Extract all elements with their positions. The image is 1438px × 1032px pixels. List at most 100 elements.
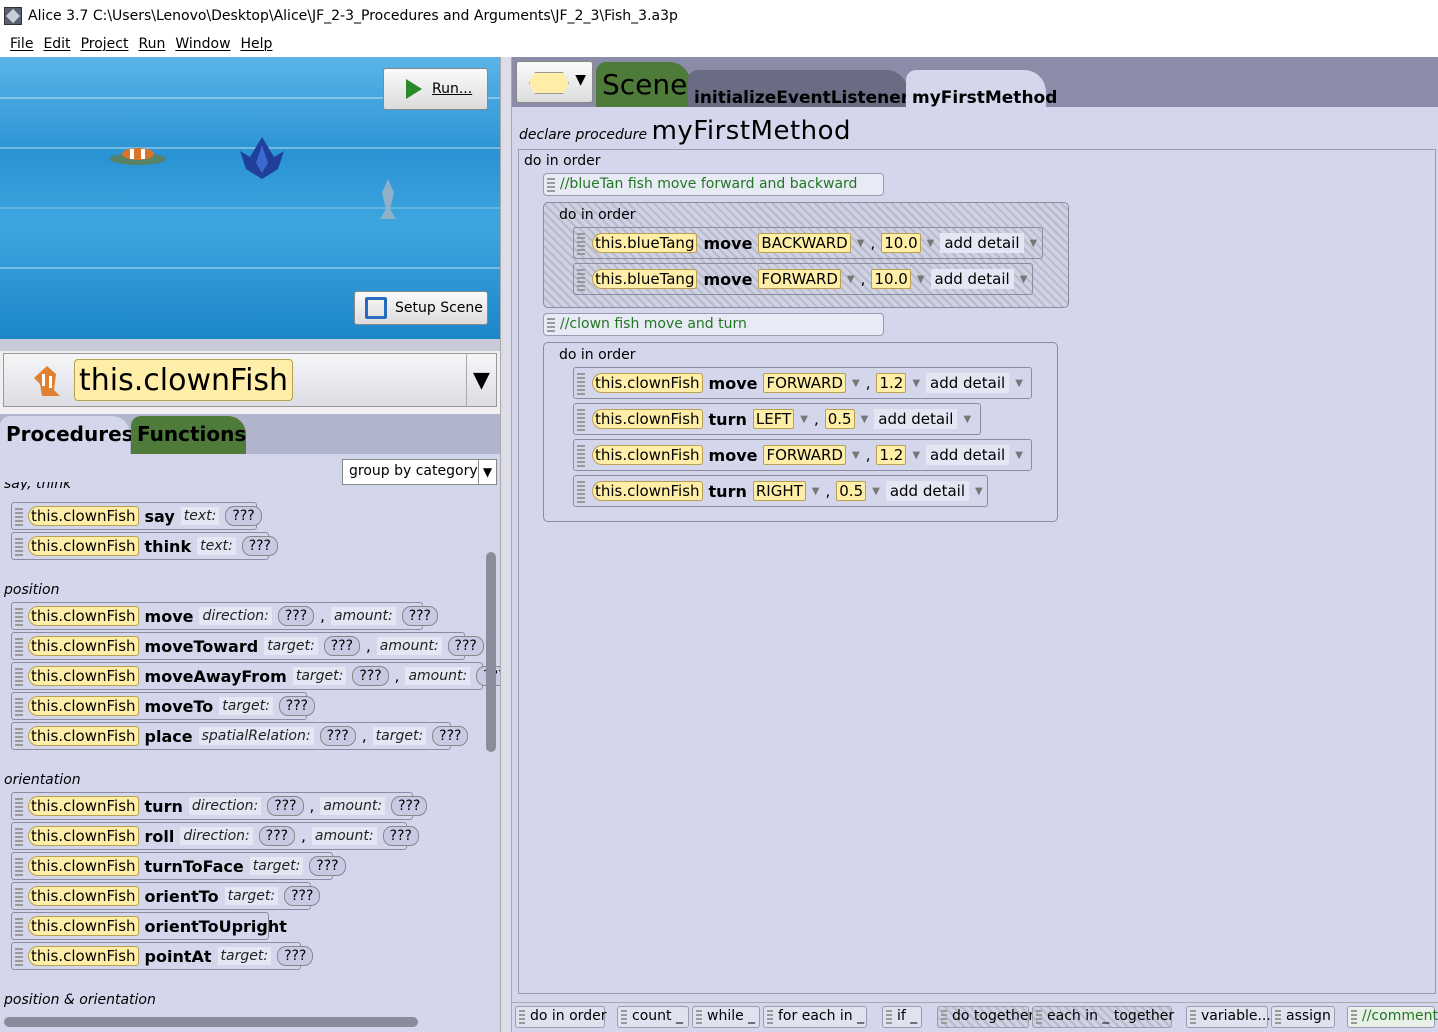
menu-window[interactable]: Window [175, 36, 230, 52]
control-do-in-order[interactable]: do in order [515, 1006, 606, 1028]
comment-bluetang[interactable]: //blueTan fish move forward and backward [543, 173, 884, 196]
control-each-in-together[interactable]: each in _ together [1032, 1006, 1174, 1028]
menu-help[interactable]: Help [241, 36, 273, 52]
vertical-splitter[interactable] [500, 57, 512, 1032]
amount-value[interactable]: 1.2 [876, 445, 907, 465]
object-selector[interactable]: this.clownFish ▼ [3, 353, 497, 407]
proc-place[interactable]: this.clownFish place spatialRelation: ??… [11, 722, 469, 750]
direction-value[interactable]: FORWARD [758, 269, 841, 289]
statement-clownfish-turn-left[interactable]: this.clownFish turn LEFT ▼, 0.5 ▼ add deta… [573, 403, 981, 435]
statement-clownfish-move-forward-2[interactable]: this.clownFish move FORWARD ▼, 1.2 ▼ add d… [573, 439, 1032, 471]
param-label: direction: [188, 797, 262, 815]
proc-turn[interactable]: this.clownFish turn direction: ???, amou… [11, 792, 428, 820]
object-chip: this.clownFish [28, 826, 139, 846]
placeholder-value[interactable]: ??? [284, 886, 321, 906]
placeholder-value[interactable]: ??? [267, 796, 304, 816]
placeholder-value[interactable]: ??? [258, 826, 296, 846]
placeholder-value[interactable]: ??? [391, 796, 428, 816]
placeholder-value[interactable]: ??? [309, 856, 346, 876]
palette-horizontal-scrollbar[interactable] [4, 1017, 418, 1027]
statement-bluetang-move-forward[interactable]: this.blueTang move FORWARD ▼, 10.0 ▼ add d… [573, 263, 1033, 295]
proc-roll[interactable]: this.clownFish roll direction: ???, amou… [11, 822, 419, 850]
placeholder-value[interactable]: ??? [447, 636, 484, 656]
proc-point-at[interactable]: this.clownFish pointAt target: ??? [11, 942, 314, 970]
scene-viewport[interactable]: Run... Setup Scene [0, 57, 500, 339]
amount-value[interactable]: 10.0 [871, 269, 911, 289]
direction-value[interactable]: RIGHT [752, 481, 806, 501]
proc-orient-to[interactable]: this.clownFish orientTo target: ??? [11, 882, 321, 910]
menu-file[interactable]: File [10, 36, 33, 52]
chevron-down-icon[interactable]: ▼ [466, 354, 496, 406]
object-chip[interactable]: this.blueTang [592, 233, 698, 253]
object-chip[interactable]: this.clownFish [592, 373, 703, 393]
control-if[interactable]: if _ [882, 1006, 922, 1028]
param-label: amount: [330, 607, 396, 625]
placeholder-value[interactable]: ??? [241, 536, 278, 556]
proc-move-toward[interactable]: this.clownFish moveToward target: ???, a… [11, 632, 484, 660]
add-detail-button[interactable]: add detail [874, 409, 958, 429]
clownfish-icon [34, 366, 60, 396]
proc-turn-to-face[interactable]: this.clownFish turnToFace target: ??? [11, 852, 346, 880]
direction-value[interactable]: FORWARD [763, 445, 846, 465]
add-detail-button[interactable]: add detail [926, 373, 1010, 393]
statement-clownfish-turn-right[interactable]: this.clownFish turn RIGHT ▼, 0.5 ▼ add det… [573, 475, 988, 507]
amount-value[interactable]: 10.0 [881, 233, 921, 253]
tab-procedures[interactable]: Procedures [0, 416, 134, 454]
amount-value[interactable]: 0.5 [836, 481, 867, 501]
comment-clownfish[interactable]: //clown fish move and turn [543, 313, 884, 336]
object-chip[interactable]: this.clownFish [592, 445, 703, 465]
tab-scene[interactable]: Scene [596, 62, 691, 108]
placeholder-value[interactable]: ??? [401, 606, 438, 626]
control-variable[interactable]: variable... [1186, 1006, 1271, 1028]
add-detail-button[interactable]: add detail [926, 445, 1010, 465]
placeholder-value[interactable]: ??? [323, 636, 361, 656]
proc-move[interactable]: this.clownFish move direction: ???, amou… [11, 602, 438, 630]
placeholder-value[interactable]: ??? [278, 696, 316, 716]
proc-move-away-from[interactable]: this.clownFish moveAwayFrom target: ???,… [11, 662, 500, 690]
direction-value[interactable]: BACKWARD [758, 233, 851, 253]
add-detail-button[interactable]: add detail [940, 233, 1024, 253]
tab-functions[interactable]: Functions [131, 416, 246, 454]
statement-clownfish-move-forward[interactable]: this.clownFish move FORWARD ▼, 1.2 ▼ add d… [573, 367, 1032, 399]
proc-say[interactable]: this.clownFish say text: ??? [11, 502, 262, 530]
control-for-each-in[interactable]: for each in _ [763, 1006, 867, 1028]
object-chip: this.clownFish [28, 536, 139, 556]
menu-project[interactable]: Project [81, 36, 129, 52]
placeholder-value[interactable]: ??? [277, 606, 315, 626]
object-chip[interactable]: this.clownFish [592, 481, 703, 501]
placeholder-value[interactable]: ??? [382, 826, 419, 846]
placeholder-value[interactable]: ??? [225, 506, 262, 526]
run-button[interactable]: Run... [383, 68, 488, 110]
object-chip[interactable]: this.clownFish [592, 409, 703, 429]
control-do-together[interactable]: do together [937, 1006, 1034, 1028]
param-label: amount: [405, 667, 471, 685]
amount-value[interactable]: 1.2 [876, 373, 907, 393]
menu-run[interactable]: Run [138, 36, 165, 52]
proc-orient-to-upright[interactable]: this.clownFish orientToUpright [11, 912, 287, 940]
group-by-select[interactable]: group by category ▼ [342, 459, 497, 485]
placeholder-value[interactable]: ??? [319, 726, 356, 746]
add-detail-button[interactable]: add detail [885, 481, 969, 501]
direction-value[interactable]: FORWARD [763, 373, 846, 393]
tab-my-first-method[interactable]: myFirstMethod [906, 70, 1057, 108]
placeholder-value[interactable]: ??? [352, 666, 389, 686]
placeholder-value[interactable]: ??? [277, 946, 314, 966]
control-while[interactable]: while _ [692, 1006, 760, 1028]
menu-edit[interactable]: Edit [43, 36, 70, 52]
tab-initialize-event-listeners[interactable]: initializeEventListeners [688, 70, 919, 108]
direction-value[interactable]: LEFT [752, 409, 795, 429]
proc-think[interactable]: this.clownFish think text: ??? [11, 532, 278, 560]
control-count[interactable]: count _ [617, 1006, 689, 1028]
statement-bluetang-move-backward[interactable]: this.blueTang move BACKWARD ▼, 10.0 ▼ add … [573, 227, 1043, 259]
proc-move-to[interactable]: this.clownFish moveTo target: ??? [11, 692, 316, 720]
control-assign[interactable]: assign [1271, 1006, 1335, 1028]
setup-scene-button[interactable]: Setup Scene [354, 291, 488, 325]
control-comment[interactable]: //comment [1347, 1006, 1438, 1028]
horizontal-splitter[interactable] [0, 339, 500, 351]
placeholder-value[interactable]: ??? [432, 726, 469, 746]
type-selector-button[interactable]: ▼ [516, 61, 593, 103]
amount-value[interactable]: 0.5 [824, 409, 855, 429]
object-chip[interactable]: this.blueTang [592, 269, 698, 289]
palette-vertical-scrollbar[interactable] [486, 552, 496, 752]
add-detail-button[interactable]: add detail [930, 269, 1014, 289]
